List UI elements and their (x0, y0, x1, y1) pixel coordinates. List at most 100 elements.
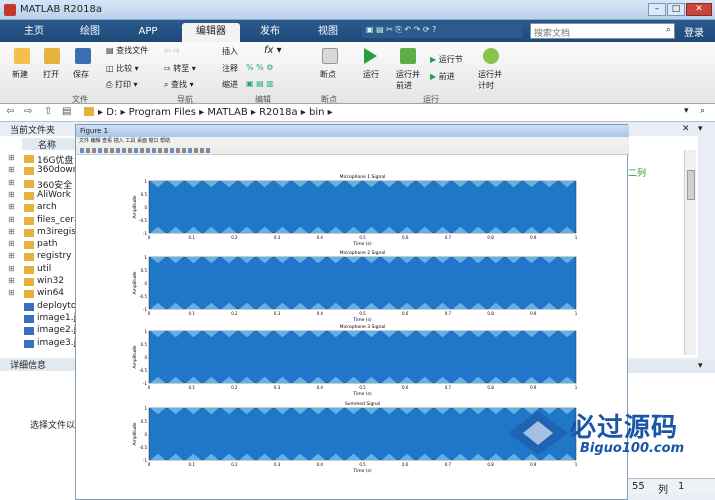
forward-icon[interactable]: ⇨ (24, 106, 32, 117)
tab-view[interactable]: 视图 (306, 23, 350, 42)
expand-icon[interactable]: ⊞ (8, 178, 15, 187)
figure-tool-icon[interactable] (200, 148, 204, 153)
goto-button[interactable]: ⇨ 转至 ▾ (164, 63, 196, 74)
breadcrumb-program-files[interactable]: Program Files (129, 107, 196, 118)
figure-tool-icon[interactable] (140, 148, 144, 153)
advance-button[interactable]: ▶ 前进 (430, 71, 455, 82)
tab-publish[interactable]: 发布 (248, 23, 292, 42)
back-icon[interactable]: ⇦ (6, 106, 14, 117)
figure-tool-icon[interactable] (170, 148, 174, 153)
save-icon[interactable] (75, 48, 91, 64)
run-icon[interactable] (364, 48, 377, 64)
panel-menu-icon[interactable]: ▾ (698, 124, 703, 134)
indent-icon[interactable]: ▣ ▤ ▥ (246, 79, 274, 88)
panel-close-icon[interactable]: ✕ (682, 124, 690, 134)
breakpoint-icon[interactable] (322, 48, 338, 64)
list-item[interactable]: ⊞ AliWork (0, 190, 80, 202)
expand-icon[interactable]: ⊞ (8, 153, 15, 162)
up-folder-icon[interactable]: ⇧ (44, 106, 52, 117)
figure-tool-icon[interactable] (158, 148, 162, 153)
browse-icon[interactable]: ▤ (62, 106, 71, 117)
run-advance-icon[interactable] (400, 48, 416, 64)
figure-toolbar[interactable] (76, 146, 629, 155)
vertical-scrollbar[interactable] (684, 150, 696, 355)
figure-tool-icon[interactable] (152, 148, 156, 153)
figure-tool-icon[interactable] (134, 148, 138, 153)
figure-tool-icon[interactable] (116, 148, 120, 153)
list-item[interactable]: image2.j (0, 325, 80, 337)
run-time-icon[interactable] (483, 48, 499, 64)
figure-tool-icon[interactable] (98, 148, 102, 153)
lower-panel-menu-icon[interactable]: ▾ (698, 361, 703, 371)
address-search-icon[interactable]: ⌕ (700, 106, 705, 116)
list-item[interactable]: ⊞ m3iregis (0, 227, 80, 239)
breadcrumb-drive[interactable]: D: (106, 107, 117, 118)
figure-tool-icon[interactable] (122, 148, 126, 153)
expand-icon[interactable]: ⊞ (8, 202, 15, 211)
tab-home[interactable]: 主页 (14, 23, 54, 42)
figure-tool-icon[interactable] (146, 148, 150, 153)
print-button[interactable]: ⎙ 打印 ▾ (106, 79, 138, 90)
expand-icon[interactable]: ⊞ (8, 264, 15, 273)
open-button[interactable]: 打开 (43, 69, 59, 80)
expand-icon[interactable]: ⊞ (8, 227, 15, 236)
list-item[interactable]: deployto (0, 301, 80, 313)
column-header-name[interactable]: 名称 (22, 138, 80, 151)
tab-apps[interactable]: APP (126, 23, 170, 42)
breadcrumb-matlab[interactable]: MATLAB (207, 107, 247, 118)
figure-tool-icon[interactable] (104, 148, 108, 153)
new-button[interactable]: 新建 (12, 69, 28, 80)
maximize-button[interactable]: □ (667, 3, 685, 16)
tab-editor[interactable]: 编辑器 (182, 23, 240, 42)
open-folder-icon[interactable] (44, 48, 60, 64)
list-item[interactable]: ⊞ arch (0, 202, 80, 214)
comment-button[interactable]: 注释 (222, 63, 238, 74)
figure-tool-icon[interactable] (188, 148, 192, 153)
figure-tool-icon[interactable] (86, 148, 90, 153)
list-item[interactable]: ⊞ win32 (0, 276, 80, 288)
figure-tool-icon[interactable] (128, 148, 132, 153)
list-item[interactable]: ⊞ registry (0, 251, 80, 263)
expand-icon[interactable]: ⊞ (8, 276, 15, 285)
figure-tool-icon[interactable] (206, 148, 210, 153)
compare-button[interactable]: ◫ 比较 ▾ (106, 63, 139, 74)
list-item[interactable]: ⊞ win64 (0, 288, 80, 300)
expand-icon[interactable]: ⊞ (8, 215, 15, 224)
expand-icon[interactable]: ⊞ (8, 251, 15, 260)
breakpoints-button[interactable]: 断点 (320, 69, 336, 80)
insert-button[interactable]: 插入 (222, 46, 238, 57)
indent-button[interactable]: 缩进 (222, 79, 238, 90)
figure-tool-icon[interactable] (176, 148, 180, 153)
list-item[interactable]: ⊞ path (0, 239, 80, 251)
list-item[interactable]: ⊞ files_cera (0, 215, 80, 227)
tab-plots[interactable]: 绘图 (70, 23, 110, 42)
new-icon[interactable] (14, 48, 30, 64)
list-item[interactable]: ⊞ 360down (0, 165, 80, 177)
list-item[interactable]: image1.j (0, 313, 80, 325)
login-link[interactable]: 登录 (684, 24, 704, 39)
list-item[interactable]: image3.j (0, 338, 80, 350)
run-button[interactable]: 运行 (363, 69, 379, 80)
breadcrumb-r2018a[interactable]: R2018a (259, 107, 298, 118)
search-icon[interactable]: ⌕ (666, 25, 671, 35)
fx-icon[interactable]: fx ▾ (264, 45, 282, 56)
figure-tool-icon[interactable] (110, 148, 114, 153)
figure-tool-icon[interactable] (92, 148, 96, 153)
expand-icon[interactable]: ⊞ (8, 239, 15, 248)
figure-tool-icon[interactable] (164, 148, 168, 153)
find-files-button[interactable]: ▤ 查找文件 (106, 45, 148, 56)
list-item[interactable]: ⊞ 360安全 (0, 178, 80, 190)
search-docs-field[interactable]: 搜索文档 ⌕ (530, 23, 675, 39)
find-button[interactable]: ⌕ 查找 ▾ (164, 79, 194, 90)
figure-tool-icon[interactable] (80, 148, 84, 153)
list-item[interactable]: ⊞ util (0, 264, 80, 276)
figure-tool-icon[interactable] (182, 148, 186, 153)
expand-icon[interactable]: ⊞ (8, 165, 15, 174)
breadcrumb-bin[interactable]: bin (309, 107, 324, 118)
figure-tool-icon[interactable] (194, 148, 198, 153)
percent-icon[interactable]: % % ⚙ (246, 63, 273, 72)
list-item[interactable]: ⊞ 16G优盘 (0, 153, 80, 165)
save-button[interactable]: 保存 (73, 69, 89, 80)
run-section-button[interactable]: ▶ 运行节 (430, 54, 463, 65)
expand-icon[interactable]: ⊞ (8, 190, 15, 199)
